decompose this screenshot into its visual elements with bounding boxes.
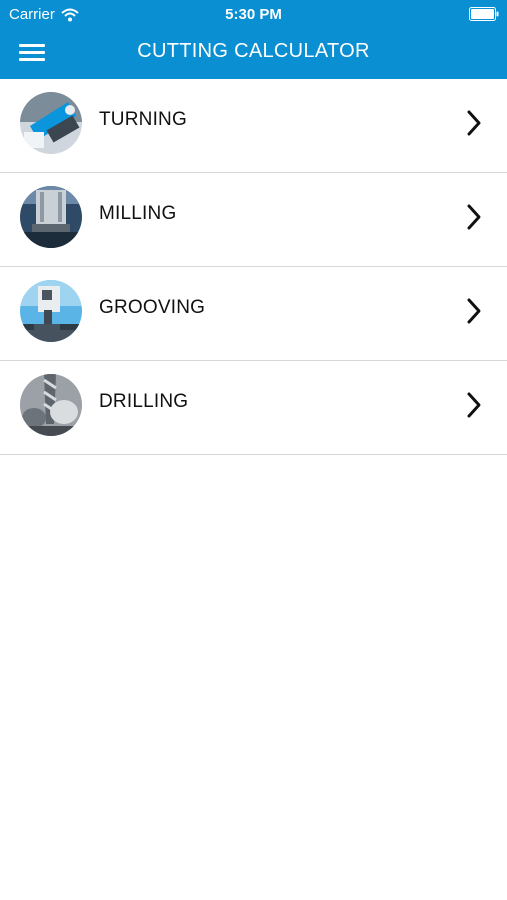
grooving-thumbnail [20, 280, 82, 342]
chevron-right-icon [467, 392, 481, 418]
chevron-right-icon [467, 110, 481, 136]
turning-thumbnail [20, 92, 82, 154]
page-title: CUTTING CALCULATOR [137, 40, 370, 62]
list-item-label: DRILLING [99, 391, 189, 412]
app-screen: Carrier 5:30 PM CUTTING CALCULATOR TURNI… [0, 0, 507, 900]
list-item-label: GROOVING [99, 297, 206, 318]
list-item-label: MILLING [99, 203, 177, 224]
calculator-menu-list: TURNING MILLING GROOVING DRILLING [0, 79, 507, 455]
list-item-milling[interactable]: MILLING [0, 173, 507, 267]
status-bar: Carrier 5:30 PM [0, 0, 507, 28]
list-item-turning[interactable]: TURNING [0, 79, 507, 173]
chevron-right-icon [467, 204, 481, 230]
milling-thumbnail [20, 186, 82, 248]
list-item-drilling[interactable]: DRILLING [0, 361, 507, 455]
battery-icon [469, 7, 499, 21]
status-time: 5:30 PM [225, 6, 282, 23]
list-item-label: TURNING [99, 109, 187, 130]
drilling-thumbnail [20, 374, 82, 436]
chevron-right-icon [467, 298, 481, 324]
list-item-grooving[interactable]: GROOVING [0, 267, 507, 361]
navigation-bar: CUTTING CALCULATOR [0, 28, 507, 79]
top-bar: Carrier 5:30 PM CUTTING CALCULATOR [0, 0, 507, 79]
